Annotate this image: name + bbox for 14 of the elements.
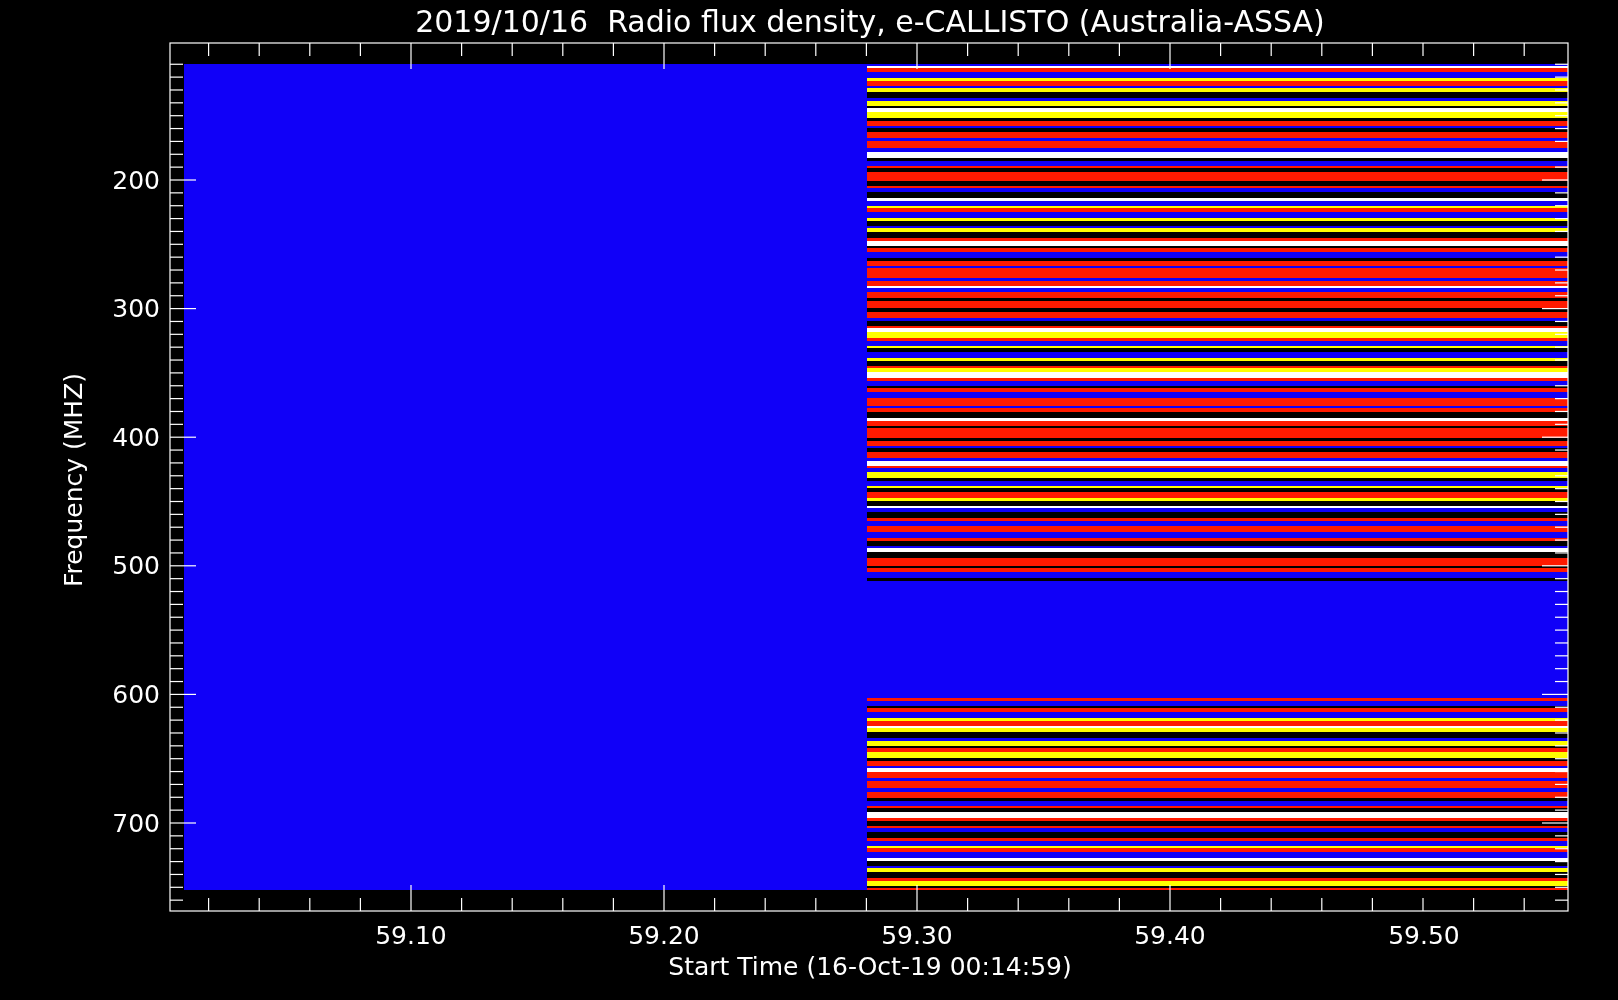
y-tick-label: 600 — [112, 680, 160, 709]
y-tick-label: 200 — [112, 166, 160, 195]
x-tick-label: 59.40 — [1134, 921, 1206, 950]
x-tick-label: 59.30 — [881, 921, 953, 950]
x-tick-label: 59.10 — [375, 921, 447, 950]
x-axis-label: Start Time (16-Oct-19 00:14:59) — [668, 952, 1072, 981]
chart-title: 2019/10/16 Radio flux density, e-CALLISTO (Australia-ASSA) — [415, 4, 1325, 39]
y-tick-label: 400 — [112, 423, 160, 452]
x-tick-label: 59.50 — [1388, 921, 1460, 950]
x-tick-label: 59.20 — [628, 921, 700, 950]
y-tick-label: 700 — [112, 809, 160, 838]
y-tick-label: 500 — [112, 551, 160, 580]
y-axis-label: Frequency (MHZ) — [59, 372, 88, 588]
y-tick-label: 300 — [112, 294, 160, 323]
